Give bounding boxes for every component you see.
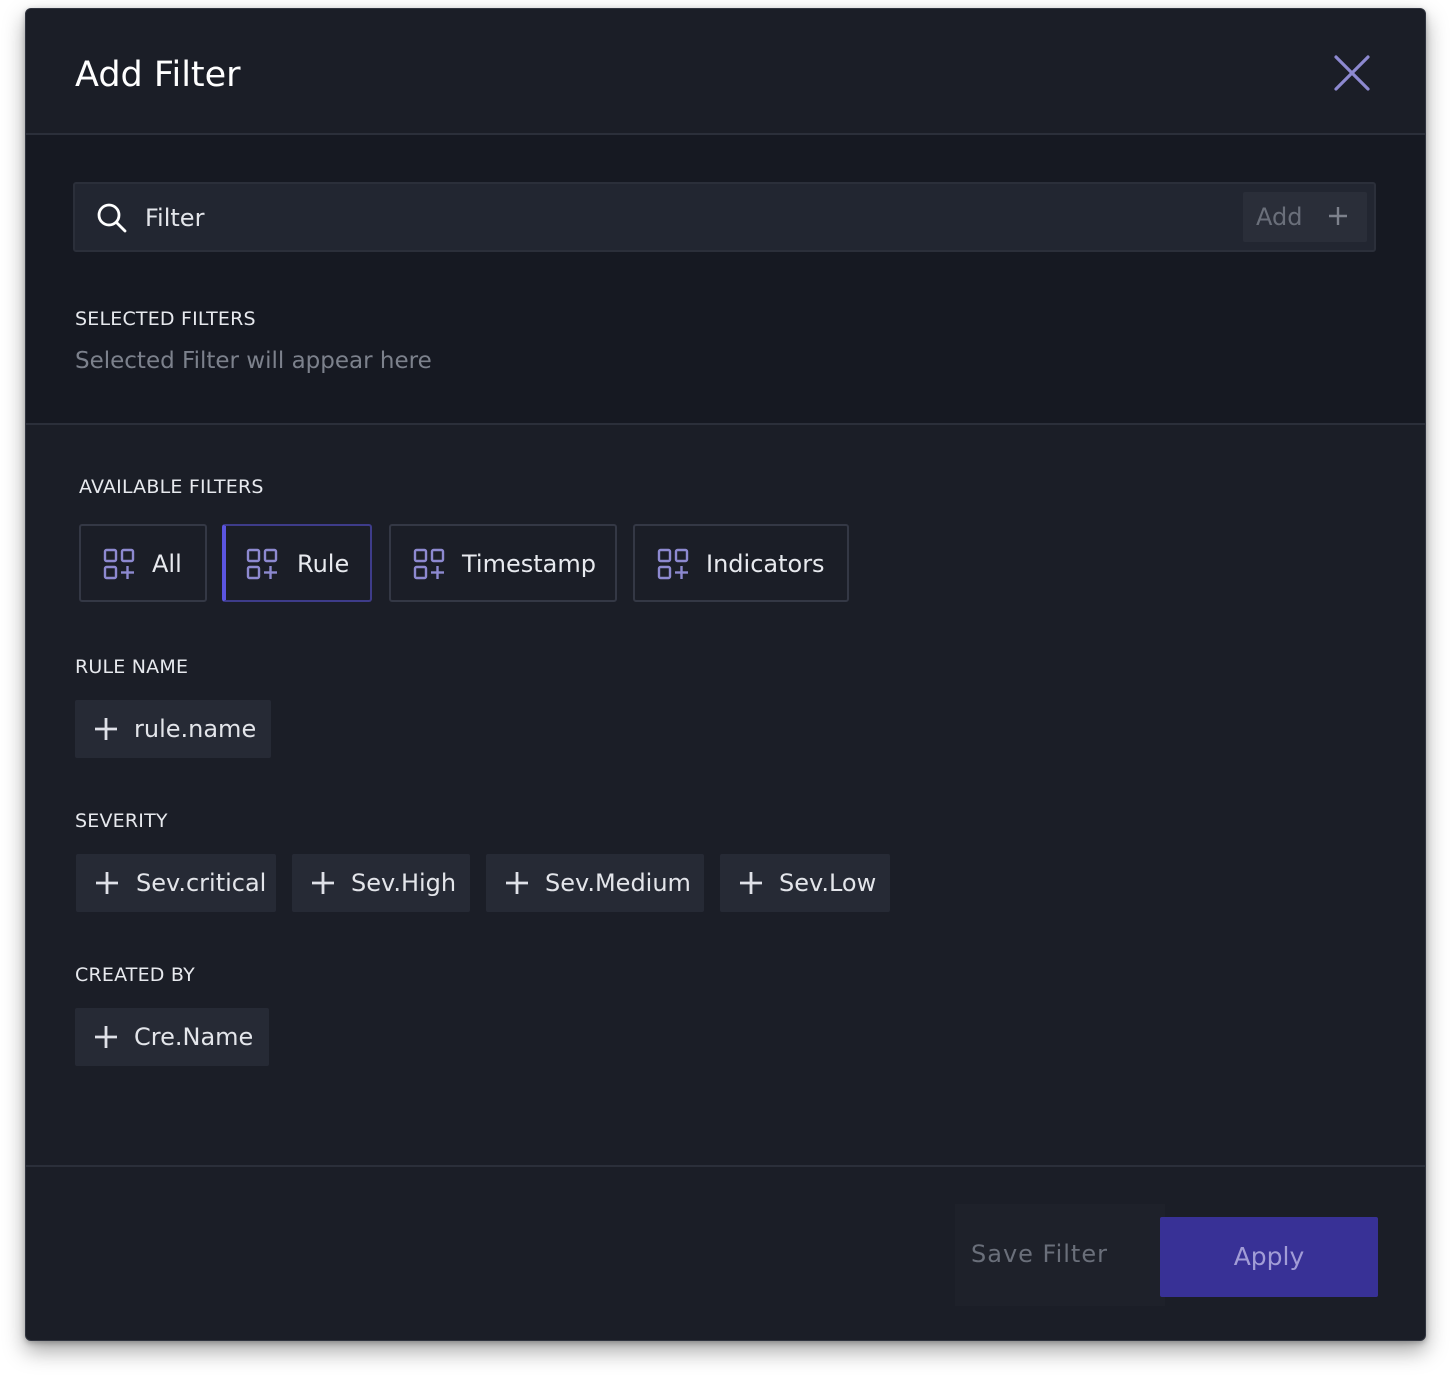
dialog-title: Add Filter bbox=[75, 55, 241, 95]
filter-grid-add-icon bbox=[246, 548, 278, 580]
filter-search-box: Add bbox=[73, 182, 1376, 252]
save-filter-label: Save Filter bbox=[971, 1240, 1108, 1268]
apply-label: Apply bbox=[1233, 1242, 1305, 1271]
selected-filters-section: Add SELECTED FILTERS Selected Filter wil… bbox=[26, 135, 1425, 425]
plus-icon bbox=[1329, 207, 1347, 225]
available-filters-heading: AVAILABLE FILTERS bbox=[79, 476, 264, 498]
chip-sev-critical[interactable]: Sev.critical bbox=[76, 854, 276, 912]
filter-grid-add-icon bbox=[413, 548, 445, 580]
add-filter-button[interactable]: Add bbox=[1243, 192, 1367, 242]
rule-name-heading: RULE NAME bbox=[75, 656, 189, 678]
plus-icon bbox=[740, 872, 762, 894]
selected-filters-heading: SELECTED FILTERS bbox=[75, 308, 256, 330]
add-filter-dialog: Add Filter Add SELECTED FILTERS bbox=[25, 8, 1426, 1341]
selected-filters-empty-hint: Selected Filter will appear here bbox=[75, 348, 432, 374]
filter-grid-add-icon bbox=[657, 548, 689, 580]
created-by-heading: CREATED BY bbox=[75, 964, 195, 986]
add-button-label: Add bbox=[1256, 203, 1303, 231]
tab-timestamp[interactable]: Timestamp bbox=[389, 524, 617, 602]
plus-icon bbox=[506, 872, 528, 894]
chip-sev-medium[interactable]: Sev.Medium bbox=[486, 854, 704, 912]
chip-label: Sev.critical bbox=[136, 869, 267, 897]
filter-search-input[interactable] bbox=[143, 196, 1227, 240]
save-filter-button[interactable]: Save Filter bbox=[955, 1204, 1165, 1306]
chip-label: Sev.Medium bbox=[545, 869, 691, 897]
tab-timestamp-label: Timestamp bbox=[462, 550, 596, 578]
dialog-footer: Save Filter Apply bbox=[26, 1165, 1425, 1340]
close-button[interactable] bbox=[1332, 53, 1372, 93]
close-icon bbox=[1334, 55, 1370, 91]
plus-icon bbox=[312, 872, 334, 894]
chip-label: Sev.High bbox=[351, 869, 457, 897]
chip-label: rule.name bbox=[134, 715, 257, 743]
chip-created-by-name[interactable]: Cre.Name bbox=[75, 1008, 269, 1066]
chip-label: Cre.Name bbox=[134, 1023, 254, 1051]
chip-sev-low[interactable]: Sev.Low bbox=[720, 854, 890, 912]
search-icon bbox=[97, 203, 127, 233]
tab-all[interactable]: All bbox=[79, 524, 207, 602]
dialog-header: Add Filter bbox=[26, 9, 1425, 135]
tab-all-label: All bbox=[152, 550, 182, 578]
apply-button[interactable]: Apply bbox=[1160, 1217, 1378, 1297]
filter-grid-add-icon bbox=[103, 548, 135, 580]
plus-icon bbox=[95, 718, 117, 740]
plus-icon bbox=[96, 872, 118, 894]
chip-sev-high[interactable]: Sev.High bbox=[292, 854, 470, 912]
plus-icon bbox=[95, 1026, 117, 1048]
chip-rule-name[interactable]: rule.name bbox=[75, 700, 271, 758]
tab-rule-label: Rule bbox=[297, 550, 350, 578]
severity-heading: SEVERITY bbox=[75, 810, 168, 832]
tab-indicators[interactable]: Indicators bbox=[633, 524, 849, 602]
chip-label: Sev.Low bbox=[779, 869, 877, 897]
tab-indicators-label: Indicators bbox=[706, 550, 825, 578]
tab-rule[interactable]: Rule bbox=[222, 524, 372, 602]
